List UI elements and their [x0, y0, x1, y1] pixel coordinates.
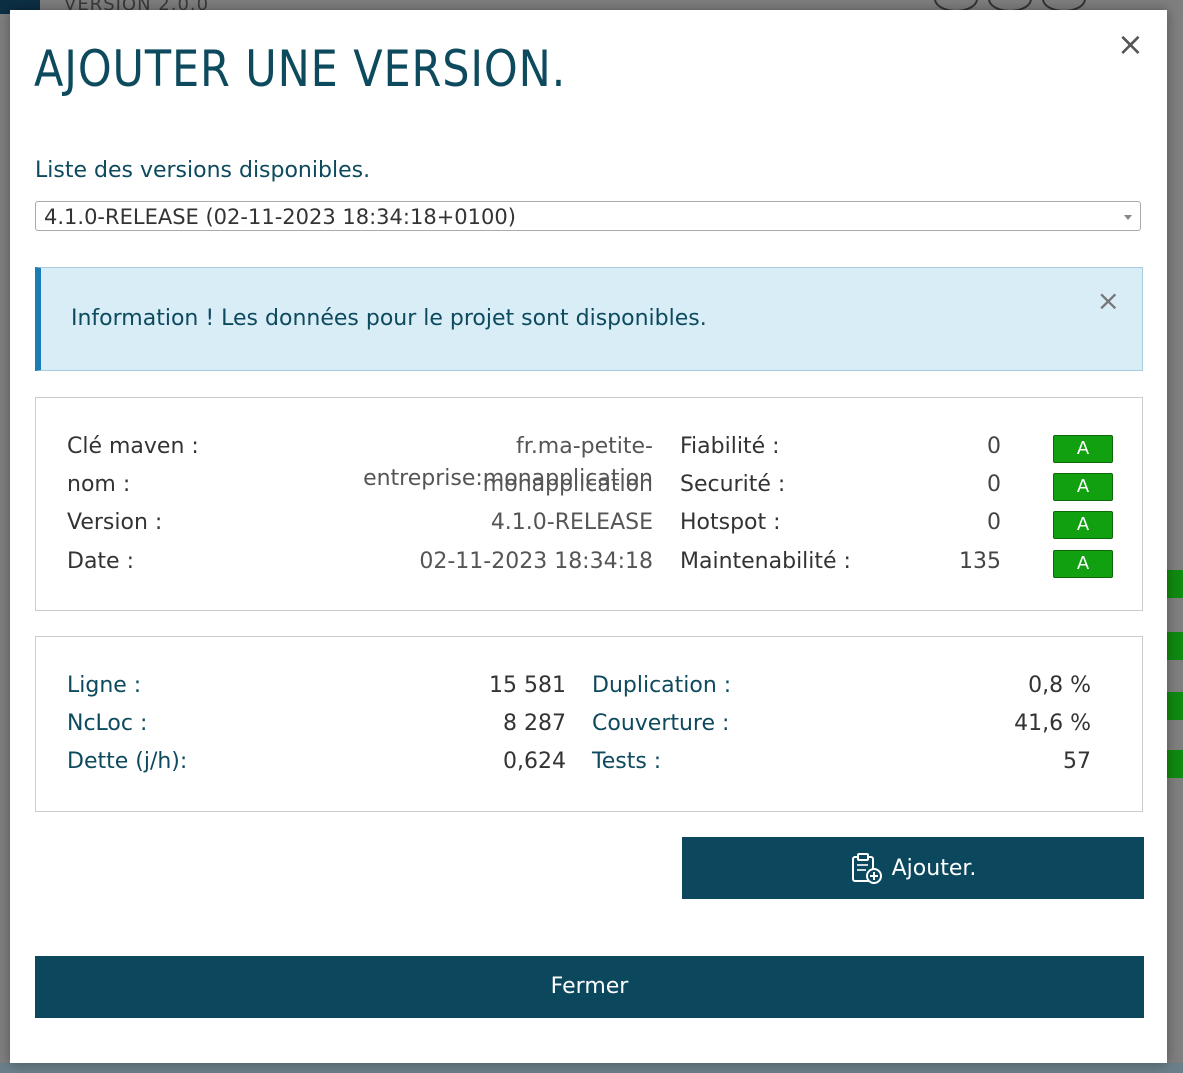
coverage-label: Couverture :	[592, 711, 730, 736]
security-grade-badge: A	[1053, 473, 1113, 501]
version-value: 4.1.0-RELEASE	[490, 510, 653, 535]
add-version-modal: AJOUTER UNE VERSION. × Liste des version…	[10, 10, 1167, 1063]
reliability-grade-badge: A	[1053, 435, 1113, 463]
coverage-value: 41,6 %	[1014, 711, 1091, 736]
hotspot-label: Hotspot :	[680, 510, 781, 535]
debt-value: 0,624	[503, 749, 566, 774]
date-label: Date :	[67, 549, 134, 574]
lines-value: 15 581	[489, 673, 566, 698]
versions-list-label: Liste des versions disponibles.	[35, 158, 371, 183]
info-alert: Information ! Les données pour le projet…	[35, 267, 1143, 371]
add-version-button[interactable]: Ajouter.	[682, 837, 1144, 899]
ncloc-value: 8 287	[503, 711, 566, 736]
alert-close-icon[interactable]: ×	[1097, 284, 1120, 317]
reliability-value: 0	[987, 434, 1001, 459]
reliability-label: Fiabilité :	[680, 434, 780, 459]
background-grade-tile	[1167, 632, 1183, 660]
version-select-value: 4.1.0-RELEASE (02-11-2023 18:34:18+0100)	[44, 205, 516, 229]
info-alert-text: Information ! Les données pour le projet…	[71, 306, 707, 331]
version-select[interactable]: 4.1.0-RELEASE (02-11-2023 18:34:18+0100)	[35, 201, 1141, 231]
name-value: monapplication	[482, 472, 653, 497]
hotspot-value: 0	[987, 510, 1001, 535]
duplication-label: Duplication :	[592, 673, 732, 698]
project-stats-panel: Ligne : 15 581 NcLoc : 8 287 Dette (j/h)…	[35, 636, 1143, 812]
modal-title: AJOUTER UNE VERSION.	[34, 40, 567, 98]
background-grade-tile	[1167, 692, 1183, 720]
ncloc-label: NcLoc :	[67, 711, 148, 736]
security-value: 0	[987, 472, 1001, 497]
tests-value: 57	[1063, 749, 1091, 774]
name-label: nom :	[67, 472, 131, 497]
date-value: 02-11-2023 18:34:18	[419, 549, 653, 574]
clipboard-add-icon	[851, 853, 882, 884]
background-grade-tile	[1167, 750, 1183, 778]
security-label: Securité :	[680, 472, 786, 497]
maven-key-label: Clé maven :	[67, 434, 199, 459]
maintainability-value: 135	[959, 549, 1001, 574]
debt-label: Dette (j/h):	[67, 749, 188, 774]
tests-label: Tests :	[592, 749, 662, 774]
maintainability-label: Maintenabilité :	[680, 549, 851, 574]
lines-label: Ligne :	[67, 673, 142, 698]
maintainability-grade-badge: A	[1053, 550, 1113, 578]
background-bottom-bar	[0, 1063, 1183, 1073]
close-icon[interactable]: ×	[1117, 28, 1144, 60]
chevron-down-icon	[1124, 215, 1132, 220]
maven-key-value: fr.ma-petite-entreprise:monapplication	[363, 434, 653, 491]
add-version-button-label: Ajouter.	[891, 855, 977, 881]
close-button[interactable]: Fermer	[35, 956, 1144, 1018]
hotspot-grade-badge: A	[1053, 511, 1113, 539]
duplication-value: 0,8 %	[1028, 673, 1091, 698]
project-details-panel: Clé maven : fr.ma-petite-entreprise:mona…	[35, 397, 1143, 611]
version-label: Version :	[67, 510, 163, 535]
background-grade-tile	[1167, 570, 1183, 598]
